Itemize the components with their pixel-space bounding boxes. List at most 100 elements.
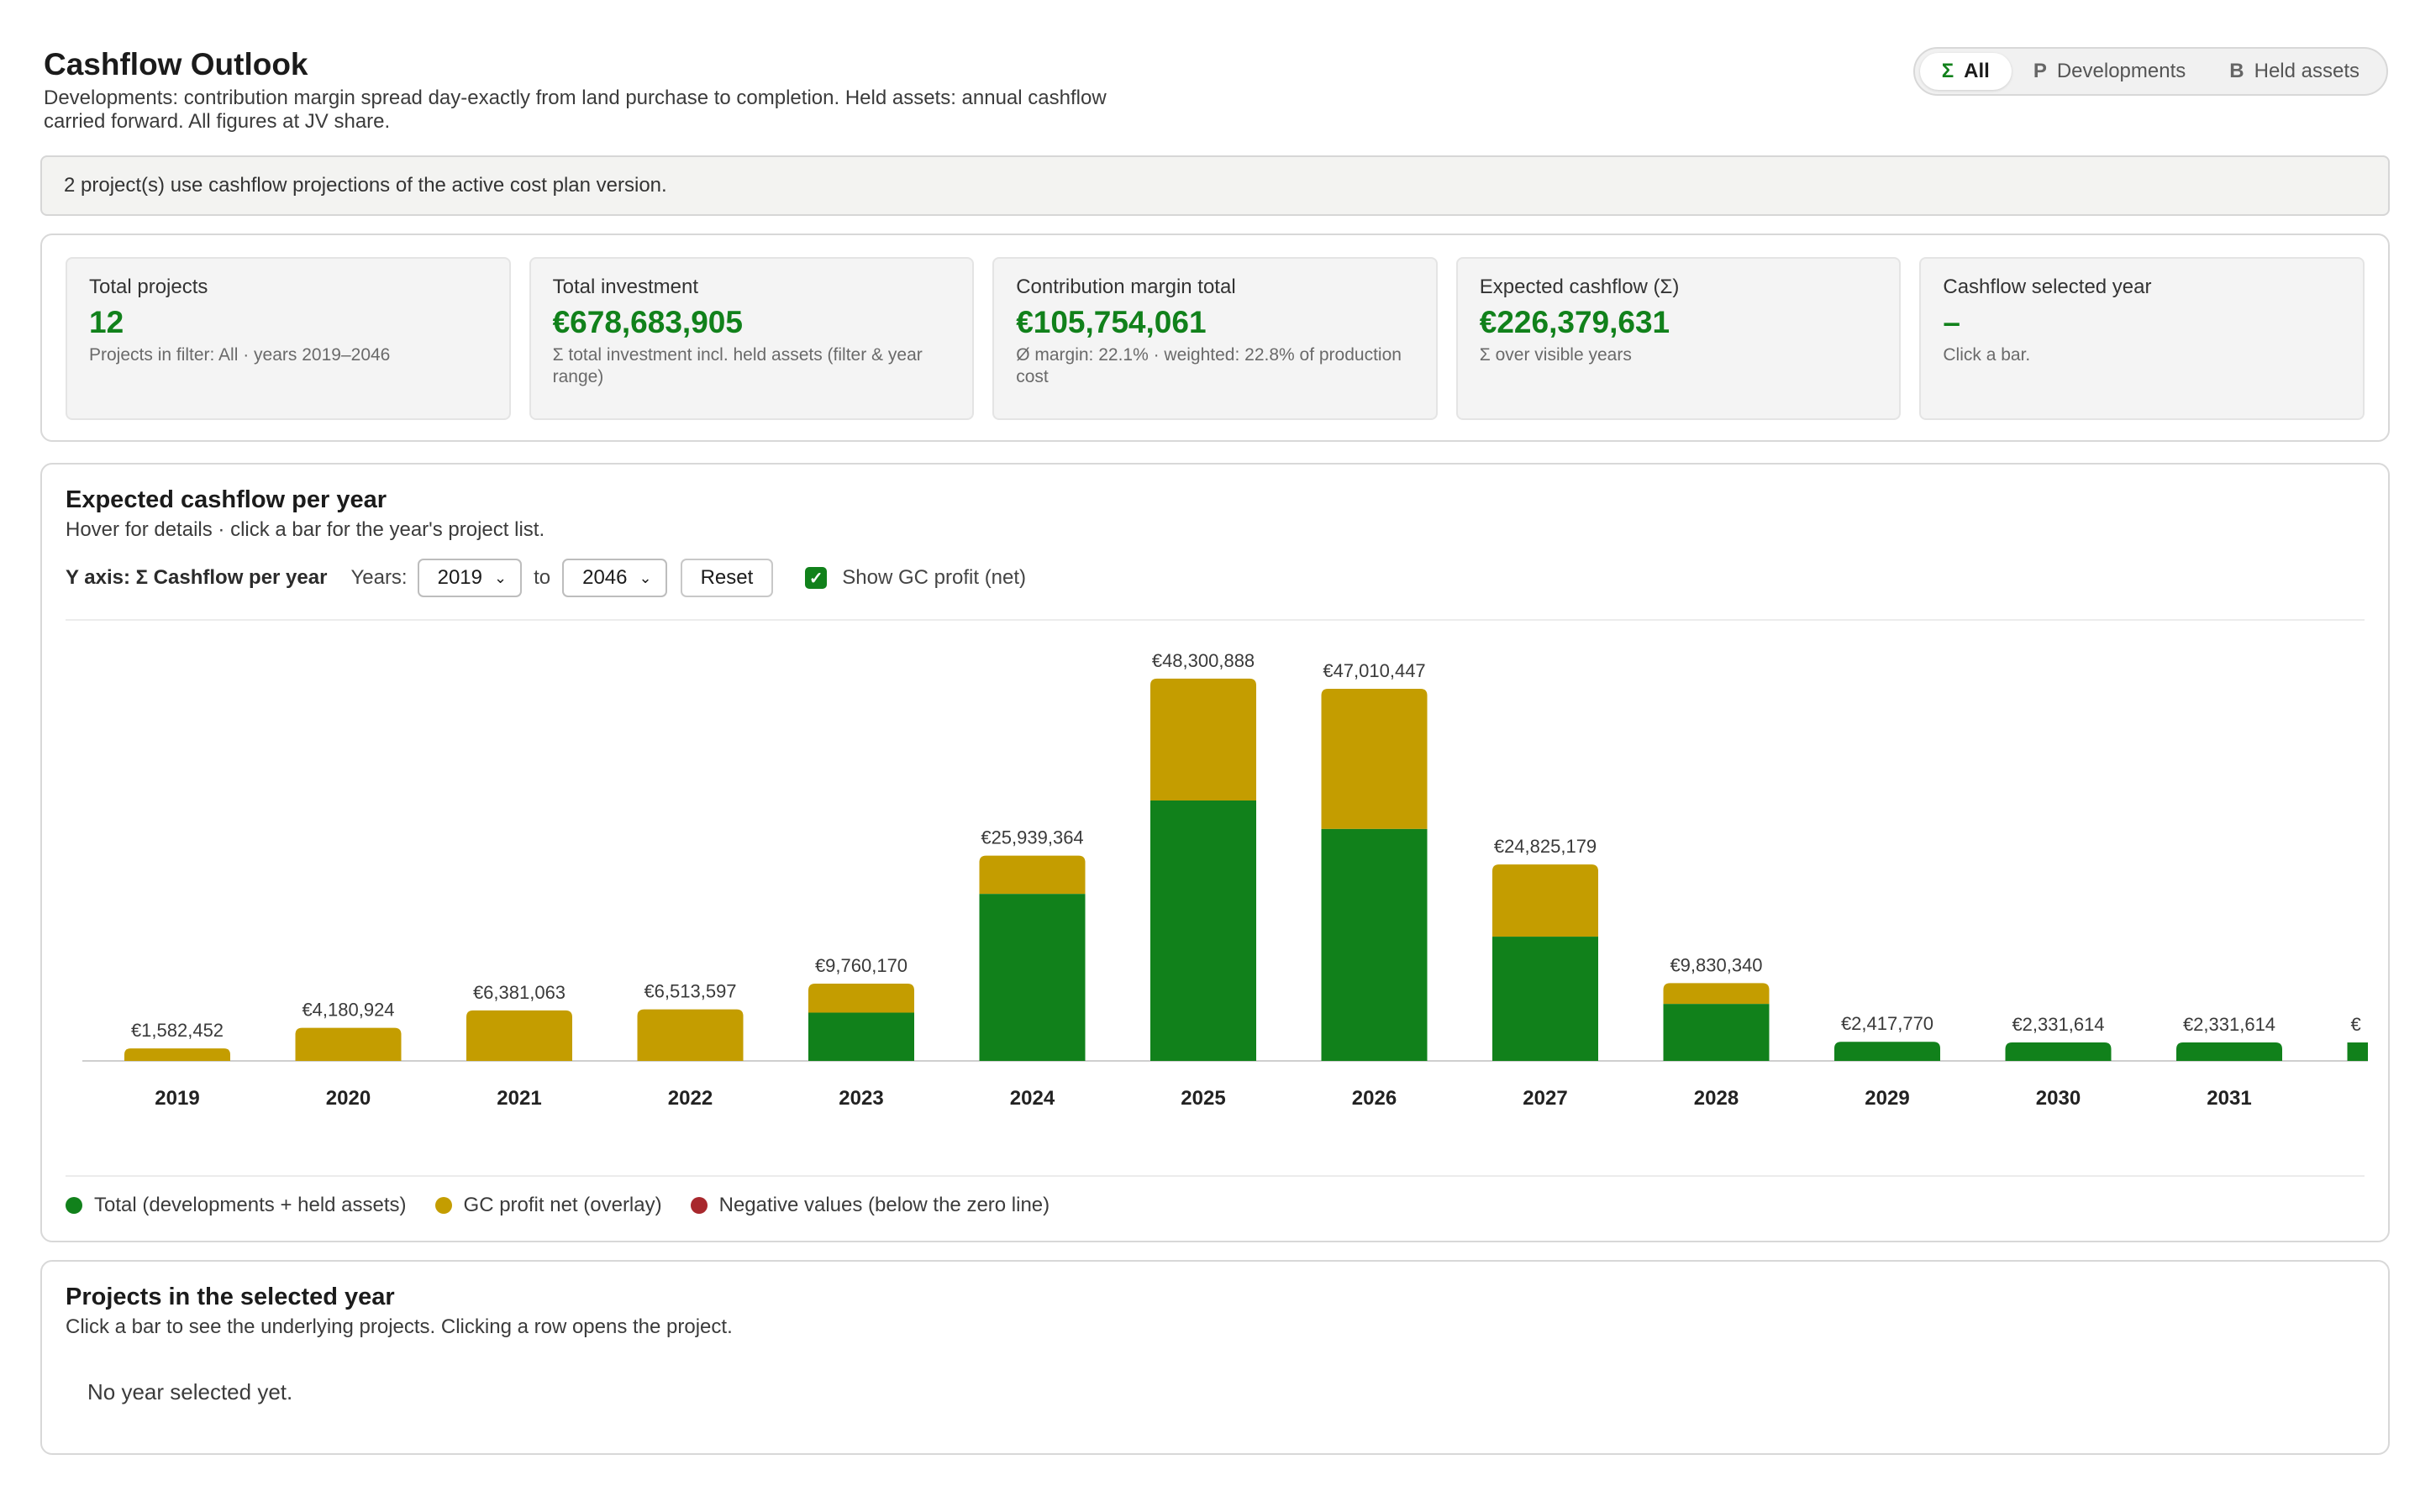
x-tick-label: 2020 [326,1087,371,1110]
kpi-note: Ø margin: 22.1% · weighted: 22.8% of pro… [1016,345,1402,386]
chart-title: Expected cashflow per year [66,486,387,513]
legend-dot-negative [690,1197,708,1214]
bar-segment-gc-profit [295,1027,402,1061]
kpi-label: Total projects [89,276,208,298]
bar-segment-total [1492,937,1598,1061]
to-label: to [534,566,551,589]
page-title: Cashflow Outlook [44,47,308,81]
scope-toggle: Σ All P Developments B Held assets [1912,47,2388,96]
x-tick-label: 2026 [1352,1087,1397,1110]
kpi-contribution-margin: Contribution margin total €105,754,061 Ø… [992,257,1438,420]
cashflow-outlook-page: Cashflow Outlook Developments: contribut… [0,0,2420,1512]
x-tick-label: 2025 [1181,1087,1225,1110]
bar-value-label: €9,830,340 [1670,954,1762,975]
bar-value-label: €9,760,170 [815,955,908,976]
projects-panel: Projects in the selected year Click a ba… [40,1260,2390,1455]
kpi-value: €678,683,905 [552,305,743,339]
x-tick-label: 2022 [668,1087,713,1110]
legend-label: Total (developments + held assets) [94,1194,407,1216]
legend-label: GC profit net (overlay) [463,1194,662,1216]
x-tick-label: 2023 [839,1087,883,1110]
held-assets-icon: B [2229,60,2244,82]
legend-label: Negative values (below the zero line) [718,1194,1050,1216]
chart-subtitle: Hover for details · click a bar for the … [66,518,545,541]
checkbox-checked-icon[interactable]: ✓ [805,567,828,589]
cashflow-bar-chart: €1,582,452 2019 €4,180,924 2020 €6,381,063 20… [82,650,2368,1110]
legend-dot-gc-profit [434,1197,452,1214]
x-tick-label: 2024 [1010,1087,1055,1110]
kpi-note: Click a bar. [1943,345,2031,365]
scope-held-assets-button[interactable]: B Held assets [2207,53,2381,90]
years-label: Years: [350,566,408,589]
chevron-down-icon: ⌄ [639,569,652,586]
reset-button[interactable]: Reset [680,559,774,597]
kpi-note: Projects in filter: All · years 2019–204… [89,345,391,365]
bar-segment-gc-profit [637,1009,744,1061]
bar-value-label: €48,300,888 [1152,650,1255,671]
bar-segment-gc-profit [1492,864,1598,937]
bar-segment-total [1150,800,1256,1061]
kpi-value: €226,379,631 [1479,305,1670,339]
projects-empty-state: No year selected yet. [87,1379,293,1404]
bar-value-label: €47,010,447 [1323,660,1425,681]
year-to-select[interactable]: 2046 ⌄ [562,559,667,597]
kpi-label: Expected cashflow (Σ) [1479,276,1680,298]
kpi-label: Contribution margin total [1016,276,1236,298]
bar-segment-total-clipped [2347,1042,2368,1061]
x-tick-label: 2028 [1694,1087,1739,1110]
bar-segment-gc-profit [1150,678,1256,801]
x-tick-label: 2021 [497,1087,541,1110]
developments-icon: P [2033,60,2047,82]
bar-value-label: €2,331,614 [2183,1014,2275,1035]
legend-dot-total [66,1197,82,1214]
kpi-expected-cashflow: Expected cashflow (Σ) €226,379,631 Σ ove… [1455,257,1902,420]
bar-segment-total [1663,1004,1770,1061]
x-tick-label: 2019 [155,1087,199,1110]
bar-segment-total [2176,1042,2282,1061]
legend-item-gc-profit: GC profit net (overlay) [434,1194,662,1217]
show-gc-profit-toggle[interactable]: ✓ Show GC profit (net) [805,566,1026,590]
scope-developments-button[interactable]: P Developments [2012,53,2207,90]
bar-segment-gc-profit [466,1010,572,1061]
bar-value-label: €6,513,597 [644,981,736,1002]
chart-controls: Y axis: Σ Cashflow per year Years: 2019 … [66,559,1026,597]
year-from-value: 2019 [437,566,482,589]
kpi-selected-year-cashflow: Cashflow selected year – Click a bar. [1919,257,2365,420]
cashflow-chart-panel: Expected cashflow per year Hover for det… [40,463,2390,1242]
bar-value-label: €1,582,452 [131,1020,224,1041]
projects-title: Projects in the selected year [66,1284,395,1310]
projects-subtitle: Click a bar to see the underlying projec… [66,1315,733,1338]
kpi-value: – [1943,305,1960,339]
bar-segment-gc-profit [124,1048,230,1061]
bar-segment-gc-profit [1321,689,1428,829]
kpi-total-projects: Total projects 12 Projects in filter: Al… [66,257,511,420]
bar-segment-total [1321,828,1428,1061]
scope-all-button[interactable]: Σ All [1919,53,2012,90]
bar-segment-gc-profit [808,984,914,1013]
bar-value-label: €2,417,770 [1841,1013,1933,1034]
kpi-note: Σ over visible years [1479,345,1632,365]
scope-developments-label: Developments [2056,60,2186,82]
bar-segment-total [2005,1042,2112,1061]
sigma-icon: Σ [1941,60,1954,82]
kpi-label: Total investment [552,276,699,298]
legend-divider [66,1175,2365,1177]
year-from-select[interactable]: 2019 ⌄ [417,559,523,597]
kpi-total-investment: Total investment €678,683,905 Σ total in… [529,257,975,420]
x-tick-label: 2027 [1523,1087,1567,1110]
legend-item-negative: Negative values (below the zero line) [690,1194,1050,1217]
year-to-value: 2046 [582,566,628,589]
scope-all-label: All [1964,60,1990,82]
bar-segment-gc-profit [979,855,1086,895]
kpi-note: Σ total investment incl. held assets (fi… [552,345,923,386]
show-gc-profit-label: Show GC profit (net) [842,566,1027,589]
y-axis-label: Y axis: Σ Cashflow per year [66,566,328,589]
cost-plan-notice: 2 project(s) use cashflow projections of… [40,155,2390,216]
kpi-label: Cashflow selected year [1943,276,2152,298]
chart-legend: Total (developments + held assets) GC pr… [66,1194,1078,1217]
kpi-grid: Total projects 12 Projects in filter: Al… [66,257,2365,420]
scope-held-assets-label: Held assets [2254,60,2360,82]
x-tick-label: 2031 [2207,1087,2251,1110]
bar-segment-total [1834,1042,1940,1061]
bar-value-label: €2,331,614 [2012,1014,2104,1035]
